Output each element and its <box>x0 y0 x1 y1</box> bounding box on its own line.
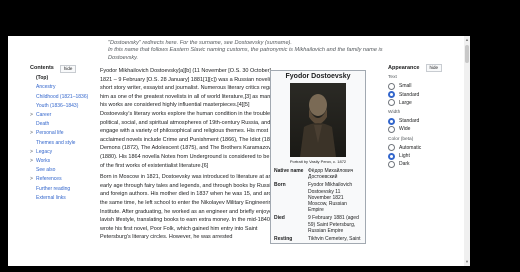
toc-item-label: External links <box>36 194 66 201</box>
radio-button[interactable] <box>388 99 395 107</box>
appearance-option-label: Light <box>399 153 410 160</box>
appearance-option-label: Automatic <box>399 144 422 151</box>
toc-item[interactable]: External links <box>30 194 90 203</box>
appearance-option[interactable]: Dark <box>388 160 460 168</box>
radio-button[interactable] <box>388 126 395 134</box>
infobox-row: Native name Фёдор Михайлович Достоевский <box>271 167 365 181</box>
infobox-value: Фёдор Михайлович Достоевский <box>308 168 354 181</box>
appearance-option[interactable]: Standard <box>388 117 460 125</box>
appearance-section-label: Text <box>388 75 397 81</box>
toc-item-label: See also <box>36 167 56 174</box>
radio-button[interactable] <box>388 144 395 152</box>
radio-button[interactable] <box>388 117 395 125</box>
appearance-option[interactable]: Wide <box>388 125 460 134</box>
appearance-section-label: Width <box>388 110 401 116</box>
toc-item-label: (Top) <box>36 75 49 82</box>
appearance-header: Appearance hide <box>388 64 460 73</box>
toc-item[interactable]: > Personal life <box>30 129 90 138</box>
toc-item-label: Career <box>36 112 52 119</box>
appearance-option-label: Standard <box>399 118 420 125</box>
lead-paragraph: Fyodor Mikhailovich Dostoevsky[a][b] (11… <box>100 68 281 169</box>
infobox-rows: Native name Фёдор Михайлович Достоевский B… <box>271 167 365 243</box>
scroll-up-arrow-icon[interactable]: ▲ <box>465 37 469 42</box>
infobox: Fyodor Dostoevsky Portrait by Vasily Per… <box>270 70 366 245</box>
appearance-option-label: Dark <box>399 161 410 168</box>
infobox-row: Resting Tikhvin Cemetery, Saint <box>271 235 365 243</box>
radio-button[interactable] <box>388 83 395 90</box>
toc-item-label: Legacy <box>36 148 53 155</box>
appearance-panel: Appearance hide Text Small Standard Large Wi… <box>388 64 460 168</box>
infobox-value: 9 February 1881 (aged 59) Saint Petersbu… <box>308 215 359 234</box>
toc-hide-button[interactable]: hide <box>59 64 77 73</box>
toc-item-label: Death <box>36 121 50 128</box>
toc-item[interactable]: Themes and style <box>30 139 90 148</box>
hatnote-redirect: "Dostoevsky" redirects here. For the sur… <box>108 40 292 46</box>
infobox-value: Fyodor Mikhailovich Dostoevsky 11 Novemb… <box>308 182 353 214</box>
appearance-option[interactable]: Small <box>388 82 460 90</box>
infobox-label: Born <box>274 182 286 189</box>
toc-title: Contents <box>30 65 54 71</box>
hatnote: "Dostoevsky" redirects here. For the sur… <box>108 40 388 62</box>
scroll-down-arrow-icon[interactable]: ▼ <box>465 259 469 264</box>
radio-button[interactable] <box>388 91 395 99</box>
toc-item-label: Works <box>36 158 51 165</box>
radio-button[interactable] <box>388 160 395 168</box>
infobox-label: Resting <box>274 236 293 243</box>
infobox-title: Fyodor Dostoevsky <box>285 73 351 80</box>
appearance-title: Appearance <box>388 65 420 71</box>
appearance-option-label: Small <box>399 83 412 90</box>
toc-item[interactable]: Youth (1836–1843) <box>30 102 90 111</box>
toc-item-label: References <box>36 176 62 183</box>
infobox-row: Born Fyodor Mikhailovich Dostoevsky 11 No… <box>271 181 365 214</box>
radio-button[interactable] <box>388 152 395 160</box>
toc-item[interactable]: See also <box>30 166 90 175</box>
toc-item[interactable]: (Top) <box>30 74 90 83</box>
appearance-option[interactable]: Light <box>388 152 460 160</box>
toc-item-label: Ancestry <box>36 84 56 91</box>
toc-item-label: Childhood (1821–1836) <box>36 93 89 100</box>
toc-item-label: Youth (1836–1843) <box>36 102 79 109</box>
appearance-option[interactable]: Standard <box>388 91 460 99</box>
infobox-value: Tikhvin Cemetery, Saint <box>308 236 361 243</box>
toc-item[interactable]: Further reading <box>30 185 90 194</box>
toc-item[interactable]: > Legacy <box>30 148 90 157</box>
appearance-section-label: Color (beta) <box>388 136 414 142</box>
appearance-option[interactable]: Automatic <box>388 144 460 152</box>
appearance-option[interactable]: Large <box>388 99 460 107</box>
toc-item-label: Personal life <box>36 130 64 137</box>
toc-item[interactable]: > Works <box>30 157 90 166</box>
biography-paragraph: Born in Moscow in 1821, Dostoevsky was i… <box>100 174 281 241</box>
portrait-caption: Portrait by Vasily Perov, c. 1872 <box>289 159 347 164</box>
portrait-image[interactable] <box>290 83 346 157</box>
toc-item[interactable]: Ancestry <box>30 83 90 92</box>
toc-item-label: Further reading <box>36 185 71 192</box>
toc-list: (Top) Ancestry Childhood (1821–1836) Youth … <box>30 74 90 203</box>
appearance-sections: Text Small Standard Large Width Standard Wide C… <box>388 74 460 168</box>
hatnote-naming: In this name that follows Eastern Slavic… <box>108 47 383 61</box>
toc-item[interactable]: Childhood (1821–1836) <box>30 93 90 102</box>
scrollbar-thumb[interactable] <box>465 45 469 63</box>
infobox-row: Died 9 February 1881 (aged 59) Saint Pete… <box>271 214 365 235</box>
toc-item[interactable]: > References <box>30 175 90 184</box>
table-of-contents: Contents hide (Top) Ancestry Childhood (18… <box>30 64 90 203</box>
vertical-scrollbar[interactable] <box>464 36 470 266</box>
toc-item-label: Themes and style <box>36 139 76 146</box>
article-body: Fyodor Mikhailovich Dostoevsky[a][b] (11… <box>100 67 282 245</box>
infobox-label: Native name <box>274 168 304 174</box>
appearance-hide-button[interactable]: hide <box>425 64 443 73</box>
toc-item[interactable]: Death <box>30 120 90 129</box>
appearance-option-label: Wide <box>399 126 411 133</box>
appearance-option-label: Large <box>399 99 412 106</box>
appearance-option-label: Standard <box>399 91 420 98</box>
toc-item[interactable]: > Career <box>30 111 90 120</box>
infobox-label: Died <box>274 215 285 222</box>
toc-header: Contents hide <box>30 64 90 73</box>
